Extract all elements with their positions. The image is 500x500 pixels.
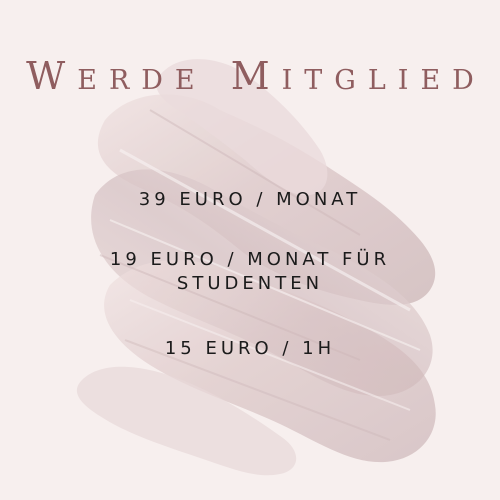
price-option-monthly: 39 EURO / MONAT: [138, 189, 362, 210]
price-option-student: 19 EURO / MONAT FÜR STUDENTEN: [109, 249, 391, 294]
price-option-hourly: 15 EURO / 1H: [164, 338, 336, 359]
membership-graphic: Werde Mitglied 39 EURO / MONAT 19 EURO /…: [0, 0, 500, 500]
page-title: Werde Mitglied: [26, 54, 486, 98]
